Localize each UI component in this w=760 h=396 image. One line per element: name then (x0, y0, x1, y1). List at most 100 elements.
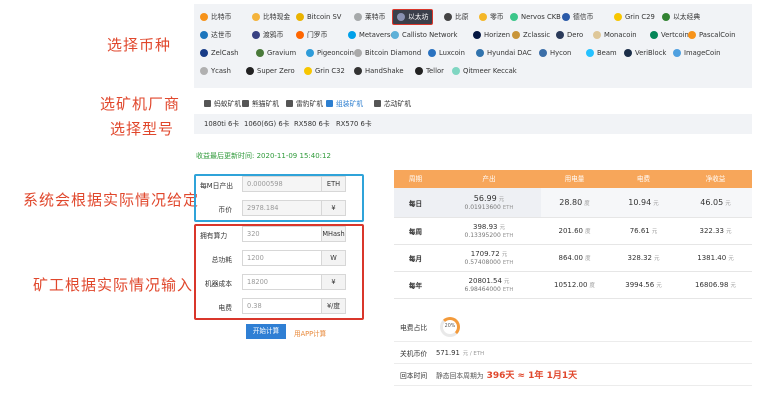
miner-model-panel: 1080ti 6卡 1060(6G) 6卡 RX580 6卡 RX570 6卡 (194, 114, 752, 134)
row-net: 46.05 元 (679, 188, 752, 217)
coin-icon (476, 49, 484, 57)
row-kwh: 201.60 度 (541, 218, 608, 244)
coin-icon (650, 31, 658, 39)
coin-option[interactable]: 以太坊 (392, 9, 434, 25)
coin-option[interactable]: Grin C29 (614, 10, 655, 24)
miner-maker-tab[interactable]: 组装矿机 (326, 96, 363, 110)
output-eth: 0.01913600 (464, 204, 501, 211)
coin-option[interactable]: Callisto Network (391, 28, 457, 42)
coin-option[interactable]: 渡鸦币 (252, 28, 283, 42)
kwh-value: 201.60 (558, 227, 583, 235)
coin-label: Bitcoin SV (307, 13, 342, 21)
coin-option[interactable]: Zclassic (512, 28, 550, 42)
coin-icon (296, 31, 304, 39)
coin-option[interactable]: 莱特币 (354, 10, 385, 24)
output-cny: 56.99 (473, 194, 497, 203)
coin-option[interactable]: 达世币 (200, 28, 231, 42)
coin-option[interactable]: Bitcoin SV (296, 10, 341, 24)
row-output: 1709.72 元 0.57408000 ETH (437, 245, 541, 271)
app-calculate-link[interactable]: 用APP计算 (294, 328, 326, 338)
coin-icon (200, 31, 208, 39)
coin-option[interactable]: Grin C32 (304, 64, 345, 78)
miner-model-option[interactable]: 1060(6G) 6卡 (244, 118, 289, 128)
miner-maker-tab[interactable]: 蚂蚁矿机 (204, 96, 241, 110)
net-value: 322.33 (699, 227, 724, 235)
coin-option[interactable]: 比原 (444, 10, 469, 24)
coin-label: Luxcoin (439, 49, 465, 57)
coin-label: Pigeoncoin (317, 49, 354, 57)
coin-icon (296, 13, 304, 21)
coin-option[interactable]: Hycon (539, 46, 571, 60)
coin-option[interactable]: Pigeoncoin (306, 46, 354, 60)
coin-option[interactable]: Horizen (473, 28, 510, 42)
coin-option[interactable]: Vertcoin (650, 28, 689, 42)
row-kwh: 864.00 度 (541, 245, 608, 271)
coin-label: VeriBlock (635, 49, 667, 57)
coin-option[interactable]: Bitcoin Diamond (354, 46, 421, 60)
table-row: 每周 398.93 元 0.13395200 ETH 201.60 度 76.61 元3… (394, 218, 752, 245)
coin-icon (304, 67, 312, 75)
miner-model-option[interactable]: 1080ti 6卡 (204, 118, 239, 128)
coin-label: Qitmeer Keccak (463, 67, 517, 75)
coin-label: ZelCash (211, 49, 239, 57)
shutdown-price-value: 571.91 (436, 348, 460, 357)
miner-maker-tab[interactable]: 熊猫矿机 (242, 96, 279, 110)
coin-option[interactable]: HandShake (354, 64, 404, 78)
coin-option[interactable]: 以太经典 (662, 10, 700, 24)
coin-option[interactable]: Tellor (415, 64, 444, 78)
coin-option[interactable]: Super Zero (246, 64, 295, 78)
coin-icon (539, 49, 547, 57)
coin-option[interactable]: 比特现金 (252, 10, 290, 24)
coin-icon (252, 13, 260, 21)
coin-option[interactable]: Nervos CKB (510, 10, 561, 24)
coin-label: Horizen (484, 31, 511, 39)
payback-label: 回本时间 (400, 371, 428, 380)
miner-maker-label: 雷豹矿机 (296, 100, 324, 108)
coin-icon (662, 13, 670, 21)
miner-maker-tab[interactable]: 芯动矿机 (374, 96, 411, 110)
miner-maker-tab[interactable]: 雷豹矿机 (286, 96, 323, 110)
coin-option[interactable]: ZelCash (200, 46, 239, 60)
coin-option[interactable]: Hyundai DAC (476, 46, 532, 60)
coin-option[interactable]: Gravium (256, 46, 296, 60)
table-row: 每月 1709.72 元 0.57408000 ETH 864.00 度 328.32 … (394, 245, 752, 272)
row-period: 每月 (408, 255, 423, 263)
row-output: 56.99 元 0.01913600 ETH (437, 188, 541, 217)
start-calculate-button[interactable]: 开始计算 (246, 324, 286, 339)
summary-panel: 电费占比 20% 关机币价 571.91 元 / ETH 回本时间 静态回本周期… (394, 312, 752, 386)
coin-icon (252, 31, 260, 39)
coin-icon (479, 13, 487, 21)
coin-icon (512, 31, 520, 39)
coin-label: 比特现金 (263, 13, 291, 21)
coin-option[interactable]: 比特币 (200, 10, 231, 24)
coin-option[interactable]: Monacoin (593, 28, 637, 42)
annotation-select-model: 选择型号 (110, 120, 175, 138)
coin-option[interactable]: 门罗币 (296, 28, 327, 42)
coin-icon (354, 13, 362, 21)
coin-option[interactable]: Luxcoin (428, 46, 465, 60)
coin-option[interactable]: Dero (556, 28, 583, 42)
output-cny-unit: 元 (504, 279, 510, 285)
net-unit: 元 (726, 229, 732, 235)
coin-option[interactable]: PascalCoin (688, 28, 735, 42)
coin-option[interactable]: 零币 (479, 10, 504, 24)
coin-option[interactable]: Ycash (200, 64, 231, 78)
miner-model-option[interactable]: RX580 6卡 (294, 118, 330, 128)
coin-option[interactable]: Metaverse (348, 28, 395, 42)
coin-option[interactable]: 德信币 (562, 10, 593, 24)
net-value: 16806.98 (695, 281, 729, 289)
coin-option[interactable]: ImageCoin (673, 46, 720, 60)
coin-label: 达世币 (211, 31, 232, 39)
coin-option[interactable]: VeriBlock (624, 46, 666, 60)
coin-icon (246, 67, 254, 75)
coin-option[interactable]: Beam (586, 46, 617, 60)
coin-option[interactable]: Qitmeer Keccak (452, 64, 517, 78)
output-eth-unit: ETH (502, 260, 514, 266)
miner-maker-icon (242, 99, 249, 107)
header-net: 净收益 (705, 175, 726, 183)
kwh-value: 864.00 (558, 254, 583, 262)
miner-model-option[interactable]: RX570 6卡 (336, 118, 372, 128)
payback-row: 回本时间 静态回本周期为 396天 ≈ 1年 1月1天 (394, 364, 752, 386)
miner-maker-icon (374, 99, 381, 107)
elec-ratio-label: 电费占比 (400, 323, 428, 332)
